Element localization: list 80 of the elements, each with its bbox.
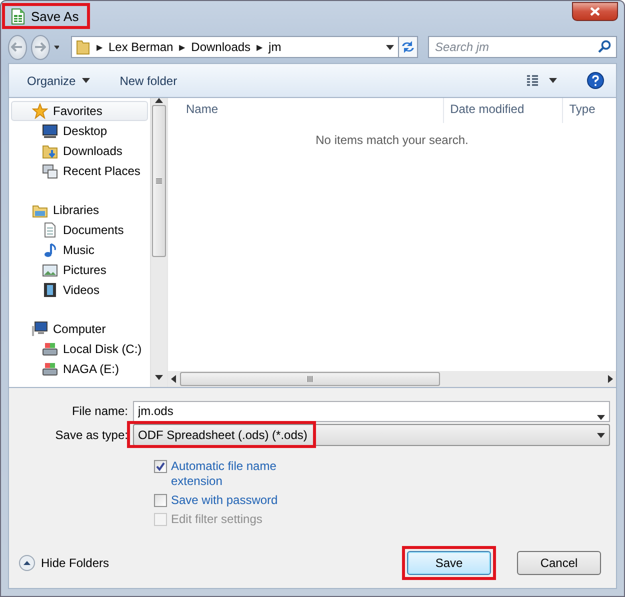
forward-button[interactable] — [30, 34, 50, 60]
scroll-left-icon — [171, 375, 176, 383]
close-icon — [590, 7, 600, 16]
recent-icon — [42, 163, 58, 179]
nav-item[interactable]: Pictures — [11, 260, 148, 280]
scrollbar[interactable] — [168, 371, 616, 387]
star-icon — [32, 103, 48, 119]
nav-item[interactable]: Recent Places — [11, 161, 148, 181]
window-title: Save As — [31, 8, 79, 24]
scroll-thumb[interactable] — [152, 105, 166, 257]
breadcrumb[interactable]: Lex Berman — [108, 40, 174, 54]
column-header[interactable]: Name — [168, 98, 444, 123]
collapse-icon — [19, 555, 35, 571]
help-button[interactable] — [587, 70, 604, 91]
breadcrumb-separator: ▶ — [179, 42, 186, 52]
checkbox[interactable] — [154, 460, 167, 473]
computer-icon — [32, 321, 48, 337]
breadcrumb[interactable]: Downloads — [191, 40, 251, 54]
save-button[interactable]: Save — [407, 551, 491, 575]
refresh-button[interactable] — [398, 36, 418, 58]
column-header[interactable]: Type — [563, 98, 616, 123]
folder-icon — [76, 39, 90, 55]
nav-item[interactable]: Music — [11, 240, 148, 260]
nav-item[interactable]: Downloads — [11, 141, 148, 161]
file-name-field[interactable]: jm.ods — [133, 400, 610, 422]
nav-item[interactable]: NAGA (E:) — [11, 359, 148, 379]
scroll-thumb[interactable] — [180, 372, 440, 386]
music-icon — [42, 242, 58, 258]
breadcrumb-separator: ▶ — [96, 42, 102, 52]
checkbox-label[interactable]: Automatic file name extension — [171, 459, 314, 489]
disk-icon — [42, 341, 58, 357]
desktop-icon — [42, 123, 58, 139]
search-field[interactable]: Search jm — [428, 36, 617, 58]
nav-item[interactable]: Local Disk (C:) — [11, 339, 148, 359]
new-folder-button[interactable]: New folder — [120, 72, 178, 90]
disk-icon — [42, 361, 58, 377]
search-icon — [598, 40, 611, 53]
view-button[interactable] — [527, 72, 557, 88]
videos-icon — [42, 282, 58, 298]
back-button[interactable] — [8, 34, 27, 60]
grip-icon — [307, 376, 313, 382]
nav-item[interactable]: Desktop — [11, 121, 148, 141]
help-icon — [587, 72, 604, 89]
nav-item[interactable]: Documents — [11, 220, 148, 240]
checkbox[interactable] — [154, 494, 167, 507]
file-type-dropdown[interactable]: ODF Spreadsheet (.ods) (*.ods) — [133, 424, 610, 446]
empty-message: No items match your search. — [316, 133, 468, 147]
scroll-down-icon — [155, 375, 163, 380]
checkbox-label[interactable]: Save with password — [171, 493, 278, 508]
pictures-icon — [42, 262, 58, 278]
cancel-button[interactable]: Cancel — [517, 551, 601, 575]
refresh-icon — [400, 40, 416, 54]
spreadsheet-icon — [11, 8, 25, 24]
field-label: Save as type: — [54, 428, 129, 442]
file-name-caret-icon — [597, 414, 605, 420]
field-label: File name: — [70, 404, 129, 418]
hide-folders-button[interactable]: Hide Folders — [19, 555, 110, 571]
view-caret-icon — [549, 78, 557, 83]
grip-icon — [156, 178, 162, 184]
back-arrow-icon — [11, 42, 24, 52]
nav-item[interactable]: Computer — [11, 319, 148, 339]
check-icon — [156, 462, 165, 471]
close-button[interactable] — [572, 2, 618, 21]
nav-item[interactable]: Videos — [11, 280, 148, 300]
document-icon — [42, 222, 58, 238]
nav-item[interactable]: Favorites — [11, 101, 148, 121]
history-caret-icon — [54, 44, 60, 50]
nav-item[interactable]: Libraries — [11, 200, 148, 220]
breadcrumb[interactable]: jm — [268, 40, 282, 54]
scroll-right-icon — [608, 375, 613, 383]
organize-caret-icon — [82, 78, 90, 83]
column-header[interactable]: Date modified — [444, 98, 564, 123]
organize-button[interactable]: Organize — [27, 72, 90, 90]
scrollbar[interactable] — [150, 98, 167, 387]
address-caret-icon — [386, 44, 394, 50]
file-type-caret-icon — [597, 432, 605, 438]
downloads-icon — [42, 143, 58, 159]
address-bar[interactable]: ▶ Lex Berman ▶ Downloads ▶ jm — [71, 36, 400, 58]
breadcrumb-separator: ▶ — [256, 42, 263, 52]
forward-arrow-icon — [34, 42, 46, 52]
